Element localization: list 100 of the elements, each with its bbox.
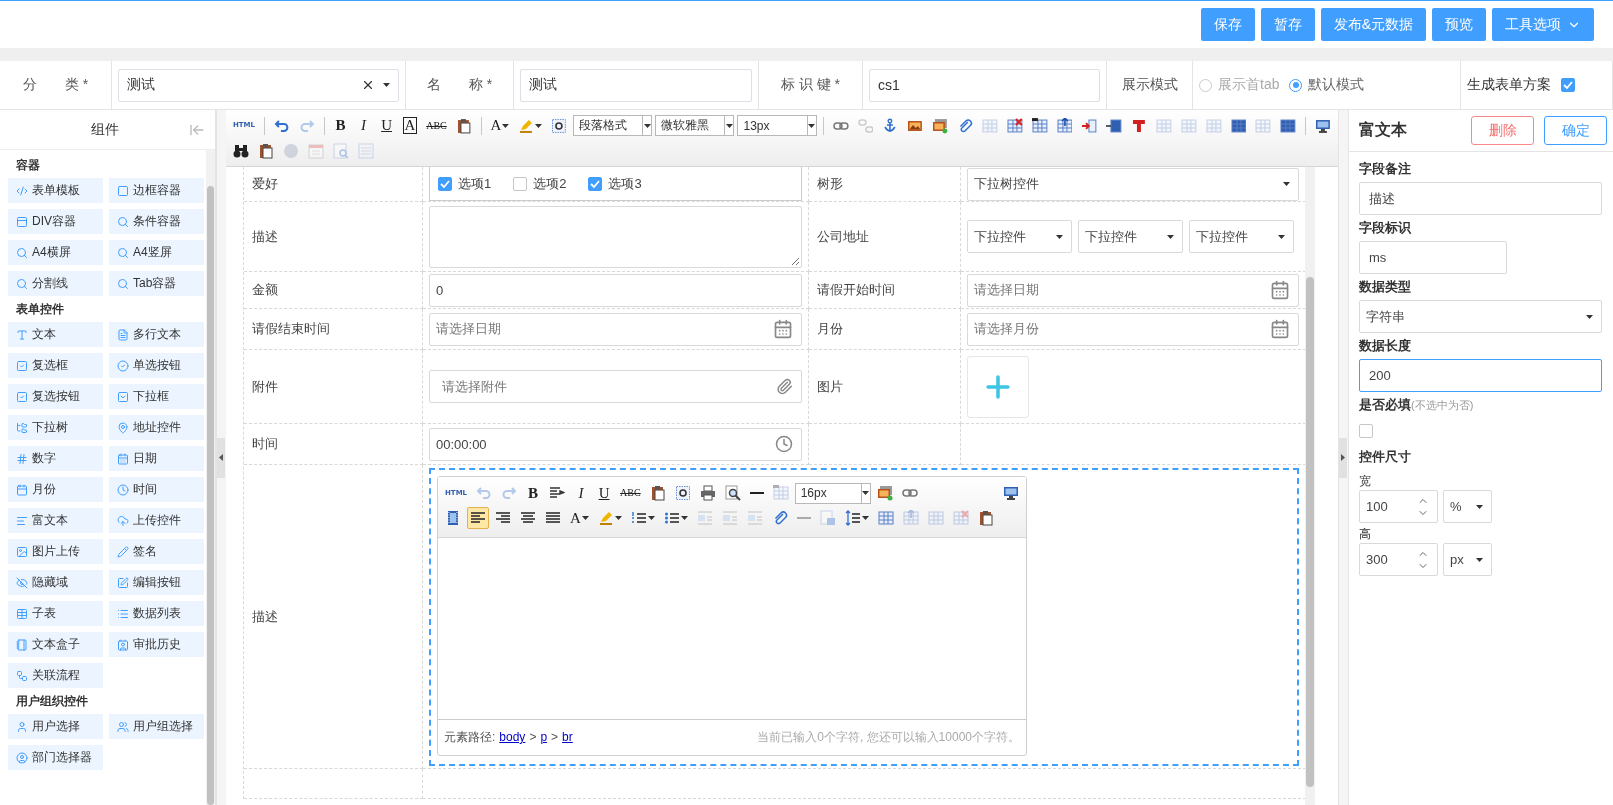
- component-item[interactable]: 地址控件: [109, 415, 204, 440]
- component-item[interactable]: 表单模板: [8, 178, 103, 203]
- path-separator: >: [529, 730, 537, 744]
- date-field[interactable]: 请选择日期: [967, 273, 1299, 307]
- component-item[interactable]: 复选按钮: [8, 384, 103, 409]
- toolbar-button[interactable]: U: [376, 114, 397, 137]
- date-field[interactable]: 请选择月份: [967, 312, 1299, 346]
- field-label: 图片: [817, 377, 843, 396]
- toolbar-button[interactable]: A: [567, 507, 592, 529]
- component-item[interactable]: 部门选择器: [8, 745, 103, 770]
- field-label: 是否必填(不选中为否): [1359, 396, 1475, 414]
- component-item[interactable]: 边框容器: [109, 178, 204, 203]
- dimension-label: 宽: [1359, 473, 1372, 490]
- field-label: 时间: [252, 435, 278, 453]
- field-label: 请假结束时间: [252, 320, 330, 338]
- component-item[interactable]: 审批历史: [109, 632, 204, 657]
- component-item[interactable]: 关联流程: [8, 663, 103, 688]
- field-label: 树形: [817, 175, 843, 193]
- unit-select[interactable]: px: [1443, 543, 1492, 576]
- input-field[interactable]: 描述: [1359, 182, 1602, 215]
- component-item[interactable]: 下拉框: [109, 384, 204, 409]
- component-item[interactable]: 编辑按钮: [109, 570, 204, 595]
- toolbar-button[interactable]: ABC: [617, 482, 644, 504]
- category-select[interactable]: 测试: [118, 68, 399, 102]
- path-label: 元素路径:: [444, 728, 496, 746]
- toolbar-button[interactable]: B: [523, 482, 544, 504]
- component-item[interactable]: 文本盒子: [8, 632, 103, 657]
- component-item[interactable]: 单选按钮: [109, 353, 204, 378]
- path-link[interactable]: body: [499, 730, 526, 744]
- component-item[interactable]: 多行文本: [109, 322, 204, 347]
- toolbar-button[interactable]: I: [571, 482, 592, 504]
- option-label: 生成表单方案: [1467, 76, 1551, 94]
- toolbar-select[interactable]: 微软雅黑: [655, 115, 735, 136]
- component-item[interactable]: 分割线: [8, 271, 103, 296]
- component-item[interactable]: 数据列表: [109, 601, 204, 626]
- toolbar-button[interactable]: A: [487, 114, 513, 137]
- checkbox-option[interactable]: 选项2: [513, 174, 567, 193]
- name-input[interactable]: 测试: [520, 68, 752, 102]
- component-item[interactable]: A4竖屏: [109, 240, 204, 265]
- panel-title: 组件: [89, 120, 120, 139]
- component-item[interactable]: 子表: [8, 601, 103, 626]
- component-item[interactable]: 上传控件: [109, 508, 204, 533]
- dimension-label: 高: [1359, 526, 1372, 543]
- input-field[interactable]: ms: [1359, 241, 1507, 274]
- component-item[interactable]: 用户选择: [8, 714, 103, 739]
- component-item[interactable]: 日期: [109, 446, 204, 471]
- file-field[interactable]: 请选择附件: [429, 370, 802, 403]
- select-field[interactable]: 字符串: [1359, 300, 1602, 333]
- select-field[interactable]: 下拉控件: [1078, 220, 1183, 253]
- field-label: 描述: [252, 227, 278, 246]
- toolbar-select[interactable]: 16px: [794, 482, 871, 504]
- component-item[interactable]: 图片上传: [8, 539, 103, 564]
- section-title: 容器: [15, 157, 41, 174]
- checkbox-option[interactable]: 选项1: [438, 174, 492, 193]
- unit-select[interactable]: %: [1443, 490, 1492, 523]
- component-item[interactable]: 复选框: [8, 353, 103, 378]
- field-label: 名 称 *: [406, 61, 514, 109]
- toolbar-select[interactable]: 13px: [737, 115, 817, 136]
- field-label: 字段备注: [1359, 160, 1412, 178]
- number-field[interactable]: 100: [1359, 490, 1438, 523]
- section-title: 表单控件: [15, 301, 65, 318]
- field-label: 控件尺寸: [1359, 448, 1412, 466]
- component-item[interactable]: 时间: [109, 477, 204, 502]
- component-item[interactable]: 隐藏域: [8, 570, 103, 595]
- input-field[interactable]: 200: [1359, 359, 1602, 392]
- field-label: 爱好: [252, 175, 278, 193]
- component-item[interactable]: 富文本: [8, 508, 103, 533]
- select-field[interactable]: 下拉控件: [1189, 220, 1294, 253]
- radio-option[interactable]: 默认模式: [1289, 76, 1365, 94]
- path-link[interactable]: br: [562, 730, 573, 744]
- component-item[interactable]: DIV容器: [8, 209, 103, 234]
- component-item[interactable]: 条件容器: [109, 209, 204, 234]
- toolbar-select[interactable]: 段落格式: [572, 115, 653, 136]
- number-field[interactable]: 300: [1359, 543, 1438, 576]
- checkbox-option[interactable]: 选项3: [588, 174, 642, 193]
- component-item[interactable]: 文本: [8, 322, 103, 347]
- component-item[interactable]: 用户组选择: [109, 714, 204, 739]
- field-label: 请假开始时间: [817, 281, 895, 299]
- input-field[interactable]: 0: [429, 273, 802, 307]
- toolbar-button[interactable]: U: [594, 482, 615, 504]
- field-label: 数据长度: [1359, 337, 1412, 355]
- component-item[interactable]: 签名: [109, 539, 204, 564]
- component-item[interactable]: Tab容器: [109, 271, 204, 296]
- select-field[interactable]: 下拉控件: [967, 220, 1072, 253]
- component-item[interactable]: A4横屏: [8, 240, 103, 265]
- select-field[interactable]: 下拉树控件: [967, 167, 1299, 201]
- toolbar-button[interactable]: I: [353, 114, 374, 137]
- component-item[interactable]: 月份: [8, 477, 103, 502]
- component-item[interactable]: 数字: [8, 446, 103, 471]
- component-item[interactable]: 下拉树: [8, 415, 103, 440]
- path-link[interactable]: p: [540, 730, 548, 744]
- toolbar-button[interactable]: ABC: [423, 114, 450, 137]
- key-input[interactable]: cs1: [869, 68, 1100, 102]
- field-label: 展示模式: [1107, 61, 1193, 109]
- field-label: 字段标识: [1359, 219, 1412, 237]
- panel-title: 富文本: [1359, 120, 1408, 140]
- date-field[interactable]: 请选择日期: [429, 312, 802, 346]
- toolbar-button[interactable]: B: [330, 114, 351, 137]
- field-label: 标 识 键 *: [759, 61, 863, 109]
- time-field[interactable]: 00:00:00: [429, 427, 802, 461]
